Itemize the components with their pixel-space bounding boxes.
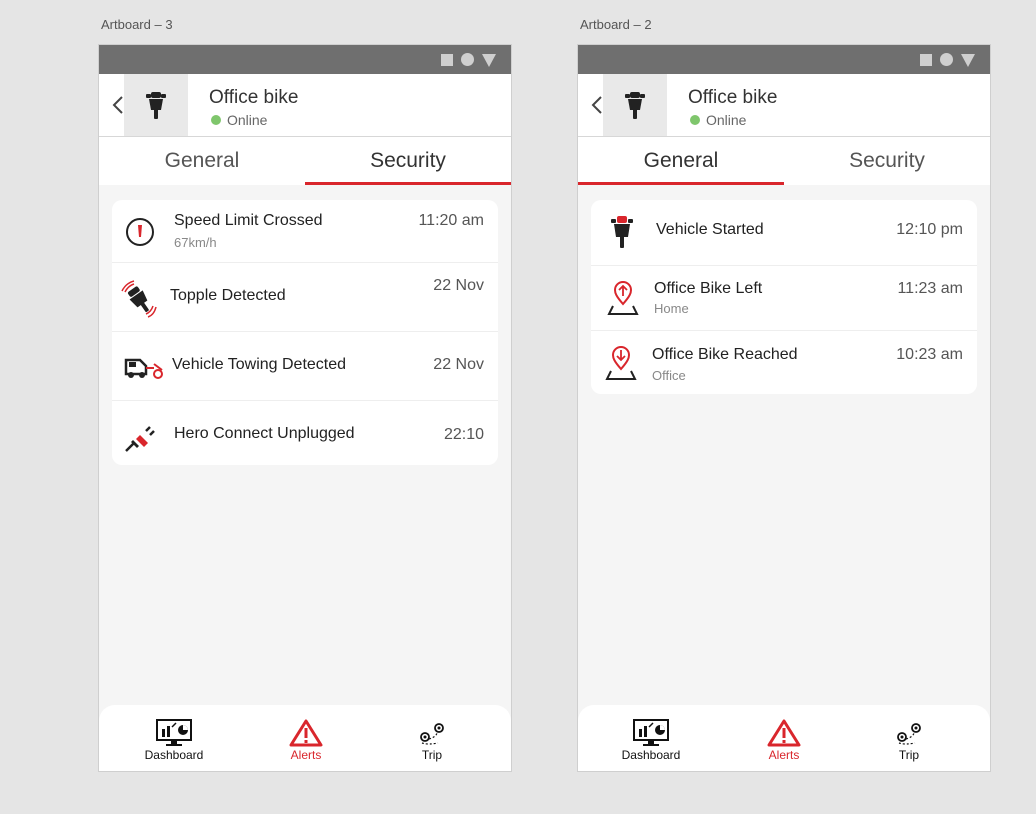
tab-security[interactable]: Security	[784, 137, 990, 185]
alert-title: Office Bike Left	[654, 280, 763, 297]
vehicle-name: Office bike	[209, 87, 299, 108]
trip-icon	[392, 719, 472, 747]
alert-title: Vehicle Started	[656, 221, 764, 238]
list-item[interactable]: Topple Detected 22 Nov	[112, 263, 498, 332]
alert-time: 11:20 am	[418, 212, 484, 229]
alert-tabs: General Security	[578, 137, 990, 185]
alert-triangle-icon	[266, 719, 346, 747]
alert-tabs: General Security	[99, 137, 511, 185]
nav-label: Trip	[898, 748, 920, 762]
list-item[interactable]: Hero Connect Unplugged 22:10	[112, 401, 498, 465]
tab-security[interactable]: Security	[305, 137, 511, 185]
alert-subtitle: Home	[654, 301, 689, 316]
nav-label: Dashboard	[621, 748, 681, 762]
artboard-label: Artboard – 2	[580, 17, 652, 32]
signal-icon	[961, 54, 975, 67]
dashboard-icon	[134, 719, 214, 747]
nav-alerts[interactable]: Alerts	[266, 719, 346, 762]
status-text: Online	[706, 112, 747, 128]
alert-time: 22 Nov	[433, 277, 484, 294]
tab-general[interactable]: General	[99, 137, 305, 185]
phone-screen-security: Office bike Online General Security Spee…	[98, 44, 512, 772]
alert-time: 12:10 pm	[896, 221, 963, 238]
alert-title: Speed Limit Crossed	[174, 212, 323, 229]
recent-apps-icon[interactable]	[441, 54, 453, 66]
nav-trip[interactable]: Trip	[392, 719, 472, 762]
trip-icon	[869, 719, 949, 747]
alert-time: 22 Nov	[433, 356, 484, 373]
list-item[interactable]: Office Bike Reached Office 10:23 am	[591, 331, 977, 394]
list-item[interactable]: Vehicle Started 12:10 pm	[591, 200, 977, 266]
alerts-list: Vehicle Started 12:10 pm Office Bike Lef…	[591, 200, 977, 394]
alert-subtitle: 67km/h	[174, 235, 217, 250]
motorbike-avatar-icon	[603, 74, 667, 136]
nav-alerts[interactable]: Alerts	[744, 719, 824, 762]
status-bar	[578, 45, 990, 74]
signal-icon	[482, 54, 496, 67]
topple-icon	[118, 277, 160, 321]
motorbike-icon	[609, 214, 635, 250]
alert-title: Office Bike Reached	[652, 346, 798, 363]
nav-label: Alerts	[290, 748, 322, 762]
nav-trip[interactable]: Trip	[869, 719, 949, 762]
phone-screen-general: Office bike Online General Security Vehi…	[577, 44, 991, 772]
alert-time: 11:23 am	[897, 280, 963, 297]
location-down-icon	[605, 345, 637, 381]
bottom-nav: Dashboard Alerts Trip	[578, 705, 990, 771]
vehicle-header: Office bike Online	[99, 74, 511, 137]
alert-time: 10:23 am	[896, 346, 963, 363]
alert-triangle-icon	[744, 719, 824, 747]
online-dot-icon	[211, 115, 221, 125]
speedometer-icon	[124, 216, 156, 248]
list-item[interactable]: Vehicle Towing Detected 22 Nov	[112, 332, 498, 401]
vehicle-name: Office bike	[688, 87, 778, 108]
nav-dashboard[interactable]: Dashboard	[134, 719, 214, 762]
list-item[interactable]: Speed Limit Crossed 67km/h 11:20 am	[112, 200, 498, 263]
vehicle-status: Online	[211, 112, 267, 128]
alert-time: 22:10	[443, 426, 484, 443]
dashboard-icon	[611, 719, 691, 747]
status-text: Online	[227, 112, 268, 128]
recent-apps-icon[interactable]	[920, 54, 932, 66]
status-bar	[99, 45, 511, 74]
vehicle-header: Office bike Online	[578, 74, 990, 137]
nav-label: Trip	[421, 748, 443, 762]
home-icon[interactable]	[461, 53, 474, 66]
artboard-label: Artboard – 3	[101, 17, 173, 32]
nav-label: Dashboard	[144, 748, 204, 762]
tab-general[interactable]: General	[578, 137, 784, 185]
vehicle-status: Online	[690, 112, 746, 128]
online-dot-icon	[690, 115, 700, 125]
nav-dashboard[interactable]: Dashboard	[611, 719, 691, 762]
alert-title: Topple Detected	[170, 287, 286, 304]
motorbike-avatar-icon	[124, 74, 188, 136]
location-up-icon	[607, 280, 639, 316]
nav-label: Alerts	[768, 748, 800, 762]
list-item[interactable]: Office Bike Left Home 11:23 am	[591, 266, 977, 331]
alert-title: Hero Connect Unplugged	[174, 425, 355, 442]
unplug-icon	[124, 423, 158, 453]
home-icon[interactable]	[940, 53, 953, 66]
bottom-nav: Dashboard Alerts Trip	[99, 705, 511, 771]
alert-subtitle: Office	[652, 368, 686, 383]
alerts-list: Speed Limit Crossed 67km/h 11:20 am Topp…	[112, 200, 498, 465]
tow-truck-icon	[124, 354, 166, 380]
alert-title: Vehicle Towing Detected	[172, 356, 347, 373]
